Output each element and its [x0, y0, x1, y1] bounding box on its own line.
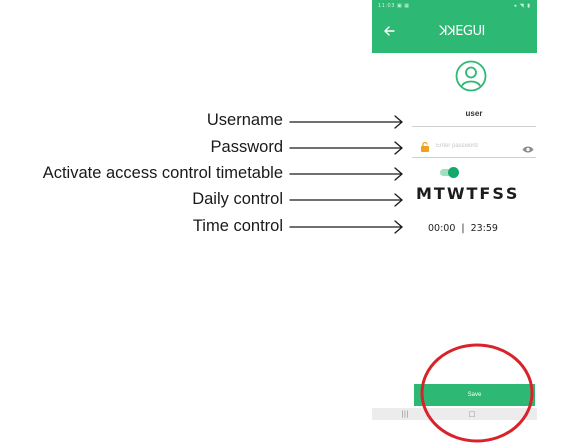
day-monday[interactable]: M — [416, 184, 432, 204]
day-friday[interactable]: F — [479, 184, 490, 204]
app-brand-logo: ꓘꓘEGUI — [439, 24, 485, 39]
annotation-daily-control: Daily control — [192, 190, 283, 208]
nav-back-icon[interactable]: ‹ — [522, 409, 532, 419]
time-control: 00:00 | 23:59 — [428, 221, 498, 237]
back-arrow-icon[interactable] — [382, 24, 396, 38]
password-input[interactable] — [436, 140, 506, 152]
username-field[interactable]: user — [412, 104, 536, 127]
eye-icon[interactable] — [522, 141, 534, 153]
lock-icon — [420, 140, 430, 152]
status-bar: 11:03 ▣ ▦ ◂ ◥ ▮ — [372, 0, 537, 12]
day-wednesday[interactable]: W — [447, 184, 465, 204]
day-tuesday[interactable]: T — [434, 184, 445, 204]
username-value[interactable]: user — [412, 109, 536, 118]
save-button[interactable]: Save — [414, 384, 535, 406]
day-saturday[interactable]: S — [492, 184, 504, 204]
password-field[interactable] — [412, 135, 536, 158]
timetable-toggle[interactable] — [440, 167, 459, 178]
day-thursday[interactable]: T — [467, 184, 478, 204]
time-from[interactable]: 00:00 — [428, 223, 455, 234]
annotation-time-control: Time control — [192, 217, 283, 235]
annotation-activate-timetable: Activate access control timetable — [42, 164, 283, 182]
annotation-username: Username — [206, 111, 283, 129]
status-bar-left: 11:03 ▣ ▦ — [378, 3, 410, 9]
status-bar-right: ◂ ◥ ▮ — [513, 3, 531, 9]
home-icon[interactable]: □ — [467, 409, 477, 419]
phone-screen: 11:03 ▣ ▦ ◂ ◥ ▮ ꓘꓘEGUI user M T W T F S … — [372, 0, 537, 420]
daily-control-days: M T W T F S S — [416, 184, 536, 204]
android-nav-bar: ||| □ ‹ — [372, 408, 537, 420]
day-sunday[interactable]: S — [506, 184, 518, 204]
toggle-knob — [448, 167, 459, 178]
app-bar: 11:03 ▣ ▦ ◂ ◥ ▮ ꓘꓘEGUI — [372, 0, 537, 53]
time-separator: | — [461, 223, 465, 234]
annotation-password: Password — [210, 138, 283, 156]
time-to[interactable]: 23:59 — [471, 223, 498, 234]
user-avatar-icon — [455, 60, 487, 92]
recent-apps-icon[interactable]: ||| — [400, 409, 410, 419]
